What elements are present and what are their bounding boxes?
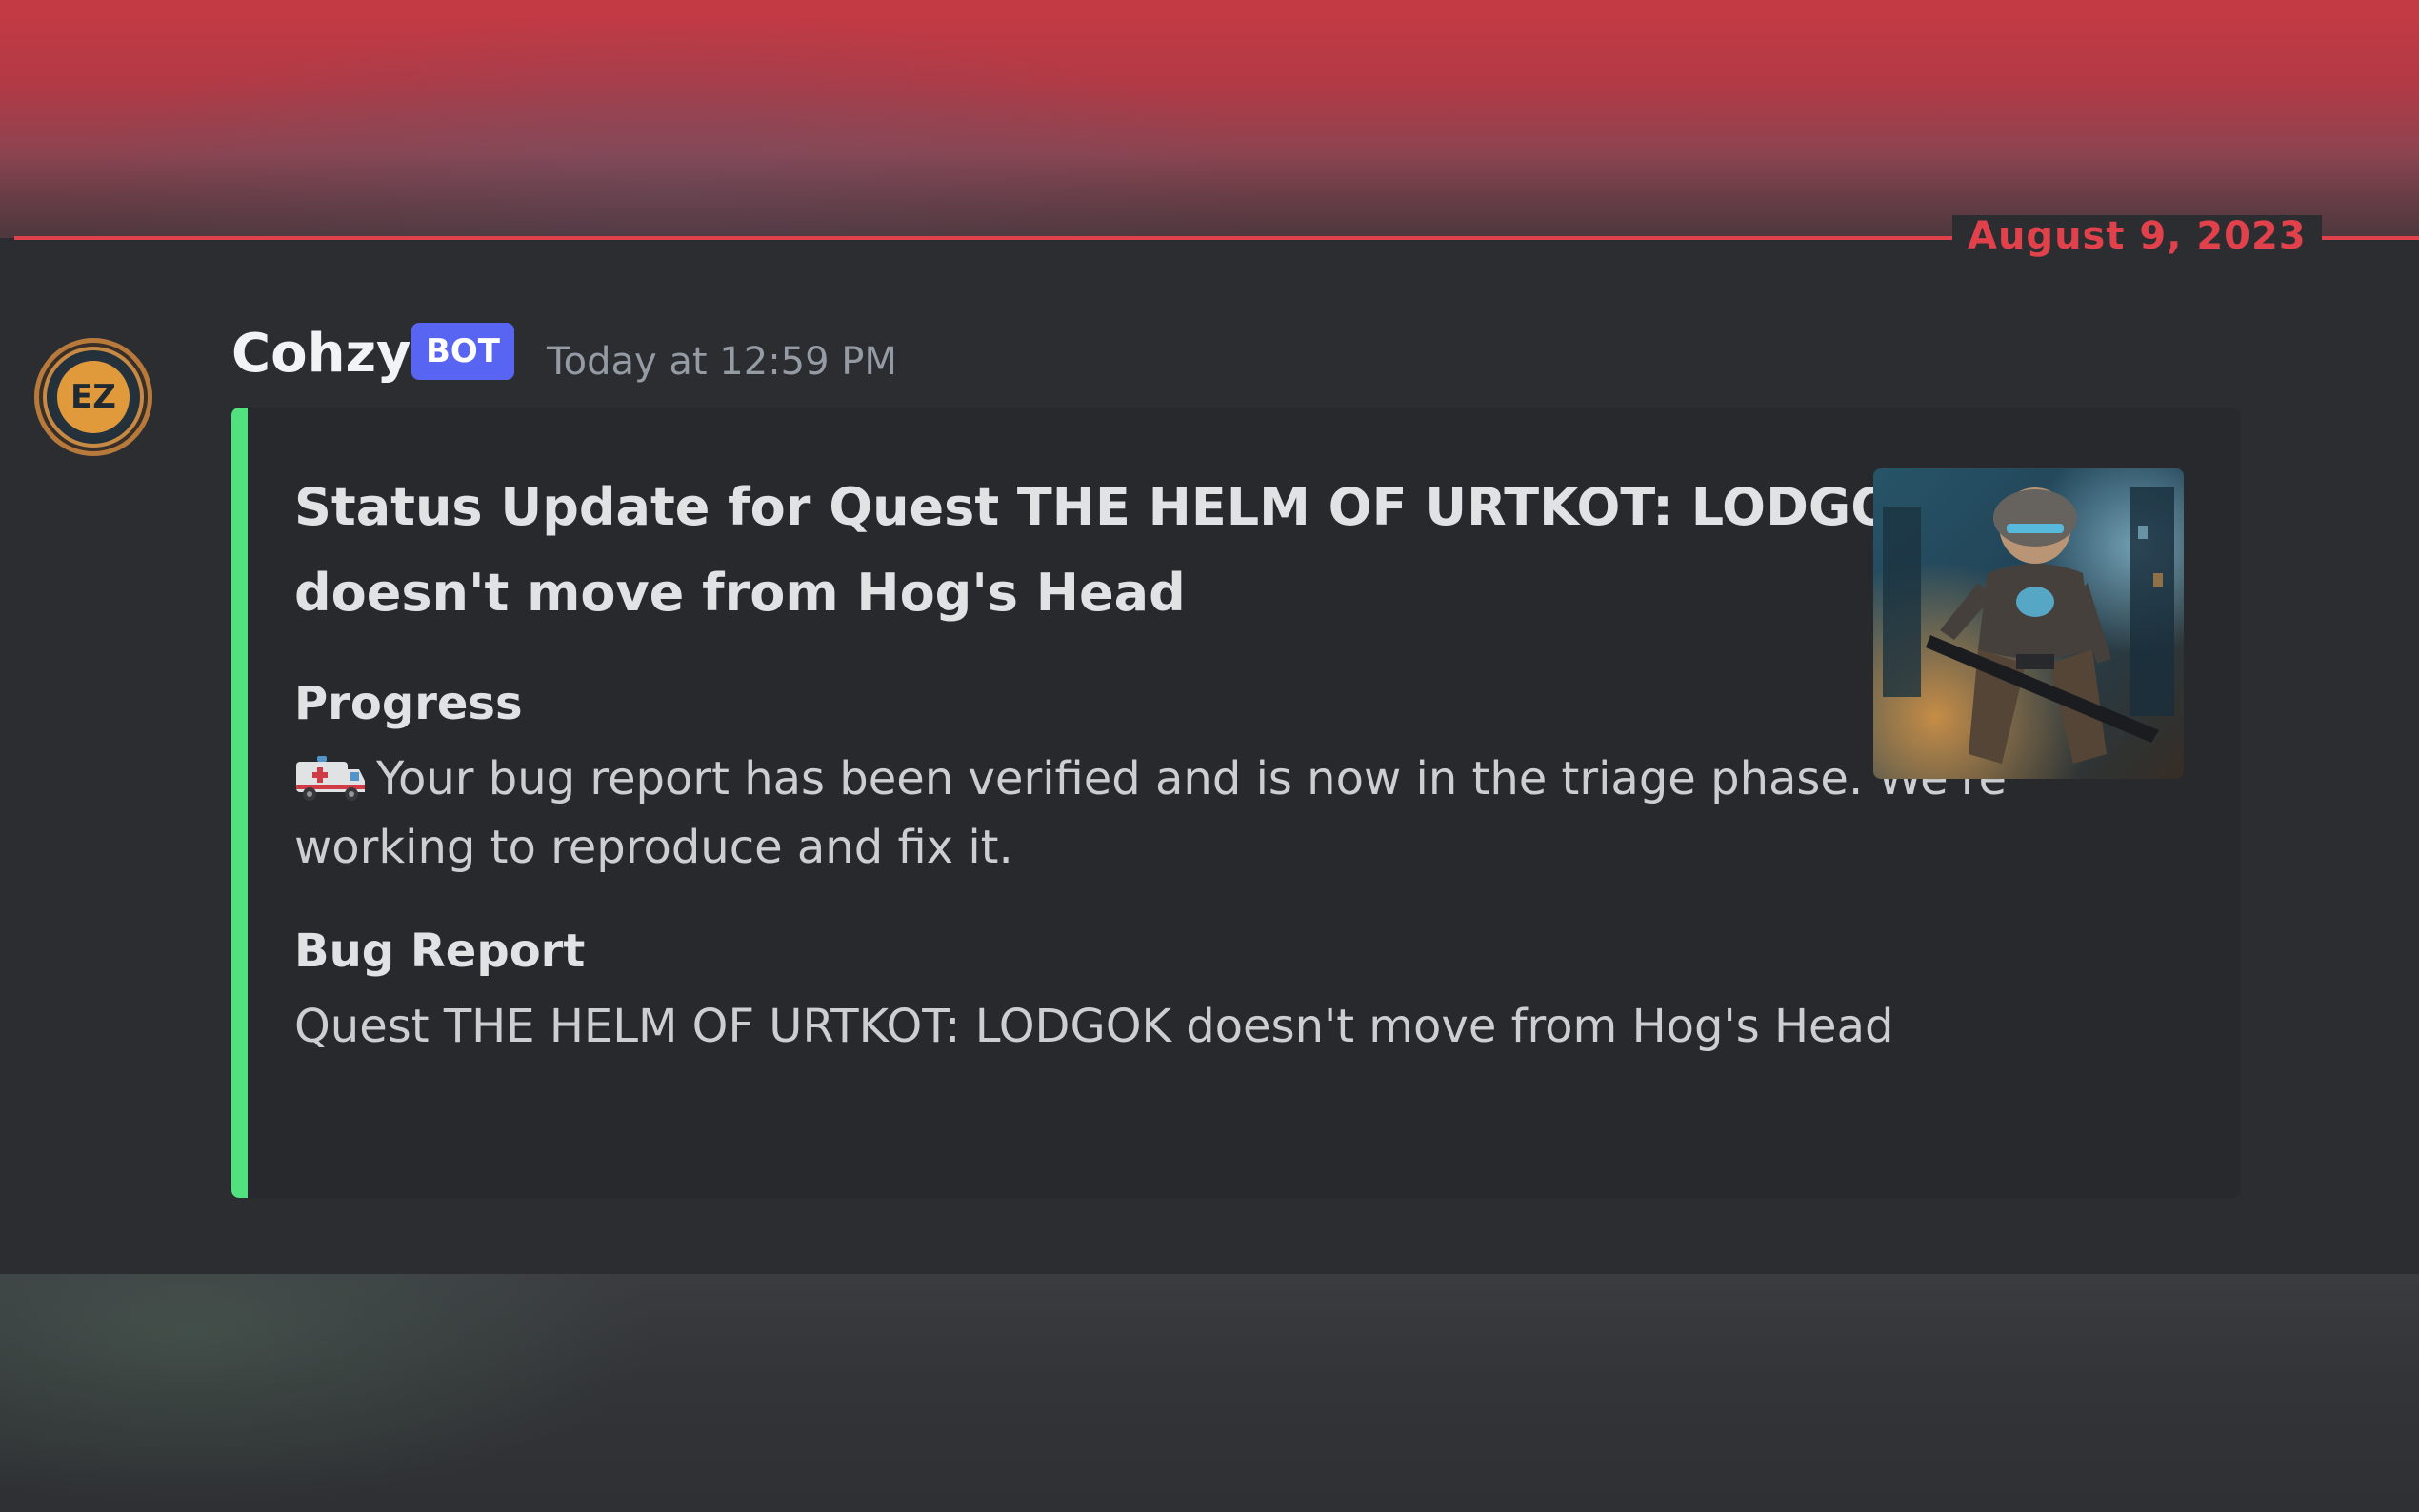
- blurred-footer-area: [0, 1274, 2419, 1512]
- bot-avatar[interactable]: EZ: [34, 338, 152, 456]
- ambulance-icon: [294, 752, 367, 802]
- blurred-header-area: [0, 0, 2419, 238]
- message-embed: Status Update for Quest THE HELM OF URTK…: [231, 408, 2241, 1198]
- date-divider-label: August 9, 2023: [1952, 215, 2322, 257]
- field-value-bug-report: Quest THE HELM OF URTKOT: LODGOK doesn't…: [294, 1000, 1894, 1053]
- message-author[interactable]: Cohzy: [231, 320, 411, 388]
- embed-accent-bar: [231, 408, 248, 1198]
- ez-avatar-icon: EZ: [57, 361, 130, 433]
- bot-badge: BOT: [411, 323, 514, 380]
- field-name-bug-report: Bug Report: [294, 925, 586, 978]
- message-timestamp[interactable]: Today at 12:59 PM: [547, 335, 897, 388]
- armored-soldier-thumbnail[interactable]: [1873, 468, 2184, 779]
- app-window: August 9, 2023 EZ Cohzy BOT Today at 12:…: [0, 0, 2419, 1512]
- field-value-progress: Your bug report has been verified and is…: [294, 745, 2047, 882]
- field-name-progress: Progress: [294, 677, 523, 730]
- embed-title: Status Update for Quest THE HELM OF URTK…: [294, 477, 1934, 623]
- progress-text: Your bug report has been verified and is…: [294, 752, 2008, 874]
